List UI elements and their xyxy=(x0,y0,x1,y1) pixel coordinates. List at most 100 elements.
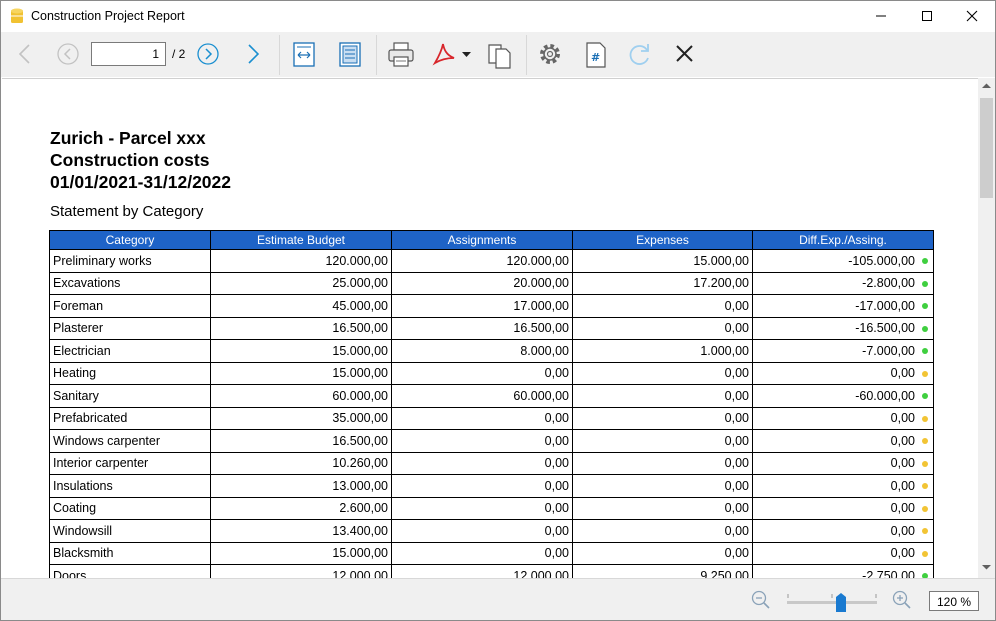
page-number-button[interactable]: # xyxy=(581,40,611,70)
zoom-slider-track[interactable] xyxy=(787,601,877,604)
scrollbar-thumb[interactable] xyxy=(980,98,993,198)
diff-cell-text: -7.000,00 xyxy=(862,343,915,358)
fit-width-button[interactable] xyxy=(289,40,319,70)
zoom-slider-thumb[interactable] xyxy=(835,593,847,613)
diff-cell-text: 0,00 xyxy=(890,456,915,471)
status-dot-green xyxy=(922,325,928,332)
category-cell-text: Windows carpenter xyxy=(53,433,160,448)
expenses-cell-text: 0,00 xyxy=(724,321,749,336)
assignments-cell-text: 0,00 xyxy=(544,523,569,538)
vertical-scrollbar[interactable] xyxy=(978,78,995,578)
diff-cell: 0,00 xyxy=(752,451,934,475)
copy-button[interactable] xyxy=(485,40,515,70)
expenses-cell: 0,00 xyxy=(572,451,753,475)
table-row: Insulations 13.000,00 0,00 0,00 0,00 xyxy=(49,474,934,498)
diff-cell-text: 0,00 xyxy=(890,433,915,448)
report-window: Construction Project Report 1 / 2 # Zuri… xyxy=(0,0,996,621)
budget-cell-text: 10.260,00 xyxy=(332,456,388,471)
scroll-up-icon[interactable] xyxy=(982,83,991,89)
maximize-button[interactable] xyxy=(904,1,950,32)
category-cell: Excavations xyxy=(49,271,211,295)
expenses-cell: 1.000,00 xyxy=(572,339,753,363)
page-number-icon: # xyxy=(586,42,606,68)
category-cell: Electrician xyxy=(49,339,211,363)
diff-cell: -60.000,00 xyxy=(752,384,934,408)
minimize-button[interactable] xyxy=(858,1,904,32)
next-page-button[interactable] xyxy=(239,40,269,70)
report-title-line: Construction costs xyxy=(50,150,210,170)
report-subtitle: Statement by Category xyxy=(50,203,204,220)
assignments-cell-text: 16.500,00 xyxy=(513,321,569,336)
budget-cell-text: 16.500,00 xyxy=(332,321,388,336)
diff-cell-text: 0,00 xyxy=(890,501,915,516)
close-window-button[interactable] xyxy=(949,1,995,32)
zoom-out-button[interactable] xyxy=(751,590,771,610)
diff-cell: 0,00 xyxy=(752,406,934,430)
assignments-cell-text: 0,00 xyxy=(544,478,569,493)
status-dot-yellow xyxy=(922,370,928,377)
diff-cell-text: 0,00 xyxy=(890,366,915,381)
assignments-cell: 12.000,00 xyxy=(391,564,573,578)
column-header-diff: Diff.Exp./Assing. xyxy=(752,230,934,250)
table-row: Prefabricated 35.000,00 0,00 0,00 0,00 xyxy=(49,406,934,430)
refresh-button[interactable] xyxy=(625,40,655,70)
category-cell-text: Plasterer xyxy=(53,321,104,336)
zoom-in-button[interactable] xyxy=(892,590,912,610)
category-cell: Interior carpenter xyxy=(49,451,211,475)
zoom-slider-ticks xyxy=(787,594,877,598)
budget-cell: 10.260,00 xyxy=(210,451,392,475)
previous-page-button[interactable] xyxy=(11,40,41,70)
expenses-cell-text: 17.200,00 xyxy=(693,276,749,291)
category-cell-text: Foreman xyxy=(53,298,104,313)
category-cell: Foreman xyxy=(49,294,211,318)
diff-cell: 0,00 xyxy=(752,519,934,543)
export-pdf-button[interactable] xyxy=(430,40,476,70)
table-row: Blacksmith 15.000,00 0,00 0,00 0,00 xyxy=(49,541,934,565)
category-cell: Doors xyxy=(49,564,211,578)
budget-cell-text: 45.000,00 xyxy=(332,298,388,313)
table-row: Heating 15.000,00 0,00 0,00 0,00 xyxy=(49,361,934,385)
prev-page-icon xyxy=(18,44,30,64)
assignments-cell: 0,00 xyxy=(391,519,573,543)
diff-cell-text: 0,00 xyxy=(890,546,915,561)
status-dot-green xyxy=(922,280,928,287)
budget-cell-text: 35.000,00 xyxy=(332,411,388,426)
prev-circle-icon xyxy=(57,43,79,65)
assignments-cell: 120.000,00 xyxy=(391,249,573,273)
status-dot-yellow xyxy=(922,415,928,422)
fit-page-button[interactable] xyxy=(335,40,365,70)
page-number-input[interactable]: 1 xyxy=(91,42,166,66)
assignments-cell-text: 0,00 xyxy=(544,501,569,516)
maximize-icon xyxy=(922,11,932,21)
expenses-cell-text: 0,00 xyxy=(724,546,749,561)
table-row: Electrician 15.000,00 8.000,00 1.000,00 -7.0… xyxy=(49,339,934,363)
table-row: Excavations 25.000,00 20.000,00 17.200,00 -2… xyxy=(49,271,934,295)
diff-cell: -105.000,00 xyxy=(752,249,934,273)
table-row: Sanitary 60.000,00 60.000,00 0,00 -60.000,00 xyxy=(49,384,934,408)
expenses-cell: 0,00 xyxy=(572,496,753,520)
settings-button[interactable] xyxy=(536,40,566,70)
close-report-button[interactable] xyxy=(670,40,700,70)
category-cell: Preliminary works xyxy=(49,249,211,273)
zoom-level-field[interactable]: 120 % xyxy=(929,591,979,611)
diff-cell: 0,00 xyxy=(752,361,934,385)
expenses-cell: 0,00 xyxy=(572,384,753,408)
next-page-icon xyxy=(248,44,260,64)
print-button[interactable] xyxy=(386,40,416,70)
first-page-button[interactable] xyxy=(54,40,84,70)
last-page-button[interactable] xyxy=(194,40,224,70)
assignments-cell: 20.000,00 xyxy=(391,271,573,295)
title-bar: Construction Project Report xyxy=(1,1,995,32)
expenses-cell: 15.000,00 xyxy=(572,249,753,273)
assignments-cell-text: 20.000,00 xyxy=(513,276,569,291)
budget-cell-text: 13.400,00 xyxy=(332,523,388,538)
category-cell: Insulations xyxy=(49,474,211,498)
budget-cell: 15.000,00 xyxy=(210,361,392,385)
zoom-out-icon xyxy=(751,590,770,609)
assignments-cell: 0,00 xyxy=(391,406,573,430)
category-cell: Coating xyxy=(49,496,211,520)
status-dot-green xyxy=(922,303,928,309)
diff-cell-text: -16.500,00 xyxy=(855,321,915,336)
diff-cell-text: 0,00 xyxy=(890,478,915,493)
scroll-down-icon[interactable] xyxy=(982,564,991,570)
